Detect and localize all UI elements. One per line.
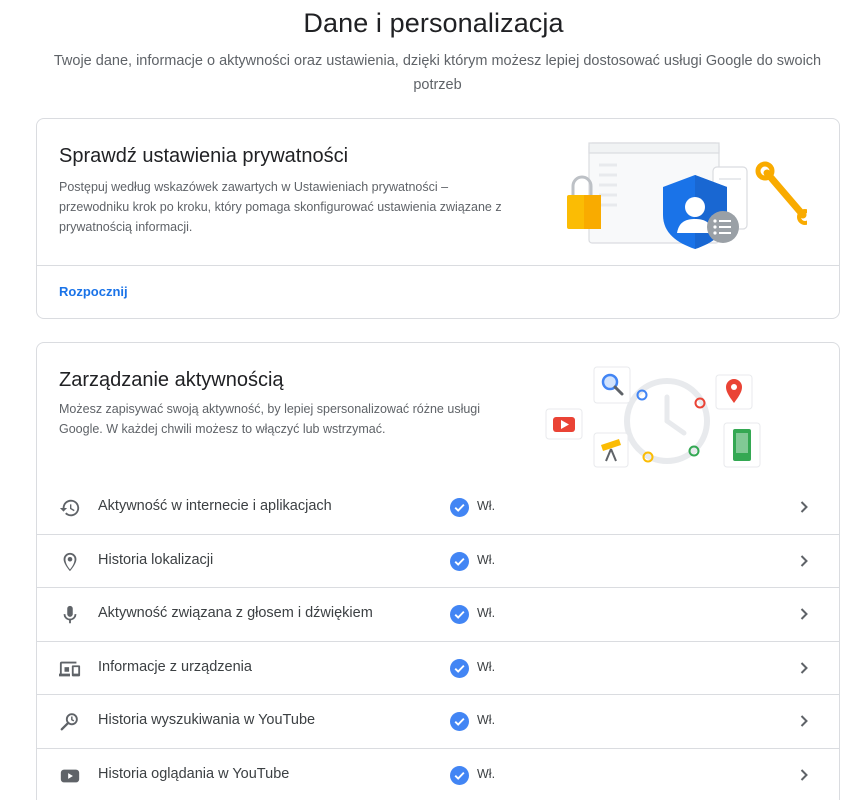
status-text: Wł. bbox=[477, 552, 496, 567]
check-circle-icon bbox=[450, 658, 469, 678]
activity-row-youtube-search-history[interactable]: Historia wyszukiwania w YouTube Wł. bbox=[37, 695, 839, 749]
status-text: Wł. bbox=[477, 766, 496, 781]
devices-icon bbox=[59, 661, 81, 677]
page-subtitle: Twoje dane, informacje o aktywności oraz… bbox=[53, 53, 822, 93]
card-divider bbox=[37, 265, 839, 266]
privacy-illustration bbox=[567, 142, 807, 249]
row-label: Aktywność w internecie i aplikacjach bbox=[98, 498, 332, 514]
activity-illustration bbox=[545, 366, 761, 468]
chevron-right-icon bbox=[800, 608, 808, 620]
history-icon bbox=[59, 499, 80, 517]
chevron-right-icon bbox=[800, 769, 808, 781]
row-label: Historia oglądania w YouTube bbox=[98, 765, 290, 782]
row-label: Historia lokalizacji bbox=[98, 551, 214, 568]
row-label: Aktywność związana z głosem i dźwiękiem bbox=[98, 605, 373, 622]
activity-row-web-app[interactable]: Aktywność w internecie i aplikacjach Wł. bbox=[37, 481, 839, 535]
activity-controls-card: Zarządzanie aktywnością Możesz zapisywać… bbox=[36, 342, 840, 800]
location-pin-icon bbox=[63, 552, 77, 571]
chevron-right-icon bbox=[800, 501, 808, 513]
status-text: Wł. bbox=[477, 659, 496, 674]
check-circle-icon bbox=[450, 551, 469, 571]
privacy-card-description: Postępuj według wskazówek zawartych w Us… bbox=[59, 180, 502, 234]
privacy-checkup-card: Sprawdź ustawienia prywatności Postępuj … bbox=[36, 118, 840, 319]
page-title: Dane i personalizacja bbox=[303, 8, 564, 38]
status-text: Wł. bbox=[477, 713, 496, 728]
youtube-icon bbox=[60, 769, 80, 783]
chevron-right-icon bbox=[800, 662, 808, 674]
status-text: Wł. bbox=[477, 499, 496, 513]
activity-controls-list: Aktywność w internecie i aplikacjach Wł.… bbox=[37, 481, 839, 800]
microphone-icon bbox=[63, 606, 77, 624]
search-history-icon bbox=[60, 713, 78, 731]
privacy-checkup-start-link[interactable]: Rozpocznij bbox=[59, 284, 128, 299]
row-label: Informacje z urządzenia bbox=[98, 658, 252, 675]
activity-row-voice-audio[interactable]: Aktywność związana z głosem i dźwiękiem … bbox=[37, 588, 839, 642]
chevron-right-icon bbox=[800, 715, 808, 728]
activity-row-youtube-watch-history[interactable]: Historia oglądania w YouTube Wł. bbox=[37, 749, 839, 800]
check-circle-icon bbox=[450, 765, 469, 785]
row-label: Historia wyszukiwania w YouTube bbox=[98, 712, 316, 729]
check-circle-icon bbox=[450, 605, 469, 625]
activity-row-device-info[interactable]: Informacje z urządzenia Wł. bbox=[37, 642, 839, 696]
privacy-card-title: Sprawdź ustawienia prywatności bbox=[59, 145, 349, 167]
activity-card-description: Możesz zapisywać swoją aktywność, by lep… bbox=[59, 402, 481, 436]
activity-row-location-history[interactable]: Historia lokalizacji Wł. bbox=[37, 535, 839, 589]
check-circle-icon bbox=[450, 498, 469, 517]
chevron-right-icon bbox=[800, 554, 808, 567]
check-circle-icon bbox=[450, 712, 469, 732]
activity-card-title: Zarządzanie aktywnością bbox=[59, 369, 284, 391]
status-text: Wł. bbox=[477, 606, 496, 621]
